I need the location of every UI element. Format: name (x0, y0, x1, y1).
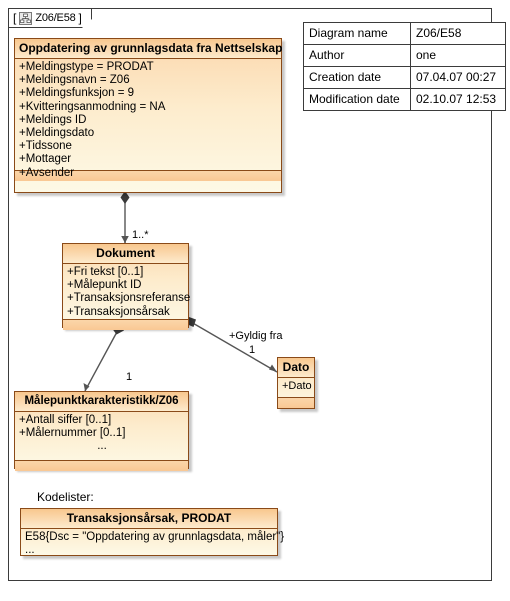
tab-bracket-open: [ (13, 11, 17, 25)
info-key: Author (303, 44, 411, 67)
tab-bracket-close: ] (78, 11, 82, 25)
attribute-row: +Meldingsfunksjon = 9 (19, 87, 135, 100)
table-row: Creation date 07.04.07 00:27 (303, 66, 506, 89)
attribute-row: +Transaksjonsreferanse (67, 292, 191, 305)
attribute-row: +Målernummer [0..1] (19, 427, 126, 440)
class-name-dato: Dato (278, 358, 314, 378)
info-value: one (410, 44, 506, 67)
multiplicity-oppdatering-dokument: 1..* (132, 229, 149, 241)
class-operations-dato (278, 397, 314, 408)
class-operations-malepunktkarakteristikk (15, 460, 188, 471)
info-value: 07.04.07 00:27 (410, 66, 506, 89)
attribute-row: +Kvitteringsanmodning = NA (19, 100, 166, 113)
class-box-oppdatering[interactable]: Oppdatering av grunnlagsdata fra Nettsel… (14, 38, 282, 193)
attribute-row: E58{Dsc = "Oppdatering av grunnlagsdata,… (25, 531, 285, 543)
attribute-row: +Mottager (19, 153, 72, 166)
diagram-info-table: Diagram name Z06/E58 Author one Creation… (303, 22, 506, 111)
kodelister-label: Kodelister: (37, 490, 94, 504)
class-operations-dokument (63, 319, 188, 330)
class-box-transaksjonsarsak-prodat[interactable]: Transaksjonsårsak, PRODAT E58{Dsc = "Opp… (20, 508, 285, 559)
attribute-row: +Meldingsnavn = Z06 (19, 74, 130, 87)
diagram-frame-tab[interactable]: [ Z06/E58 ] (8, 8, 92, 28)
table-row: Modification date 02.10.07 12:53 (303, 88, 506, 111)
attribute-row: +Meldingstype = PRODAT (19, 61, 154, 73)
class-name-transaksjonsarsak: Transaksjonsårsak, PRODAT (21, 509, 277, 529)
info-value: Z06/E58 (410, 22, 506, 45)
attribute-row: +Meldingsdato (19, 127, 95, 140)
attribute-row: +Meldings ID (19, 113, 87, 126)
attribute-row: +Fri tekst [0..1] (67, 266, 144, 278)
class-diagram-icon (19, 11, 33, 25)
class-attributes-malepunktkarakteristikk: +Antall siffer [0..1] +Målernummer [0..1… (15, 412, 188, 460)
class-box-dato[interactable]: Dato +Dato (277, 357, 315, 409)
class-attributes-transaksjonsarsak: E58{Dsc = "Oppdatering av grunnlagsdata,… (21, 529, 285, 559)
info-key: Diagram name (303, 22, 411, 45)
class-box-malepunktkarakteristikk[interactable]: Målepunktkarakteristikk/Z06 +Antall siff… (14, 391, 189, 471)
tab-title: Z06/E58 (35, 12, 76, 24)
attribute-continuation: ... (25, 544, 35, 557)
info-key: Creation date (303, 66, 411, 89)
attribute-row: +Målepunkt ID (67, 279, 142, 292)
class-name-dokument: Dokument (63, 244, 188, 264)
table-row: Author one (303, 44, 506, 67)
attribute-row: +Tidssone (19, 140, 72, 153)
table-row: Diagram name Z06/E58 (303, 22, 506, 45)
class-attributes-dato: +Dato (278, 378, 314, 397)
class-attributes-dokument: +Fri tekst [0..1] +Målepunkt ID +Transak… (63, 264, 191, 319)
attribute-continuation: ... (97, 440, 107, 453)
attribute-row: +Transaksjonsårsak (67, 305, 170, 318)
attribute-row: +Dato (282, 380, 312, 392)
class-name-malepunktkarakteristikk: Målepunktkarakteristikk/Z06 (15, 392, 188, 412)
class-name-oppdatering: Oppdatering av grunnlagsdata fra Nettsel… (15, 39, 282, 59)
class-attributes-oppdatering: +Meldingstype = PRODAT +Meldingsnavn = Z… (15, 59, 281, 179)
info-key: Modification date (303, 88, 411, 111)
multiplicity-dokument-malepunkt: 1 (126, 371, 133, 383)
role-label-gyldig-fra: +Gyldig fra (229, 330, 283, 342)
multiplicity-dokument-dato: 1 (249, 344, 256, 356)
info-value: 02.10.07 12:53 (410, 88, 506, 111)
attribute-row: +Antall siffer [0..1] (19, 414, 112, 426)
class-box-dokument[interactable]: Dokument +Fri tekst [0..1] +Målepunkt ID… (62, 243, 191, 330)
